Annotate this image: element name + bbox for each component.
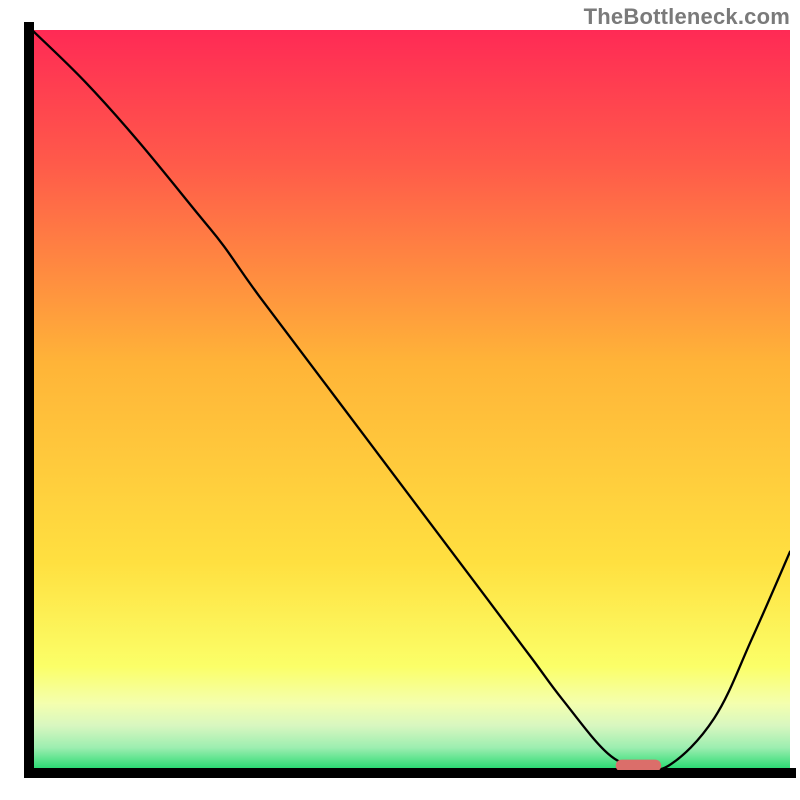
bottleneck-chart: TheBottleneck.com: [0, 0, 800, 800]
minimum-marker: [616, 760, 662, 772]
chart-svg: [0, 0, 800, 800]
plot-background: [32, 30, 790, 770]
